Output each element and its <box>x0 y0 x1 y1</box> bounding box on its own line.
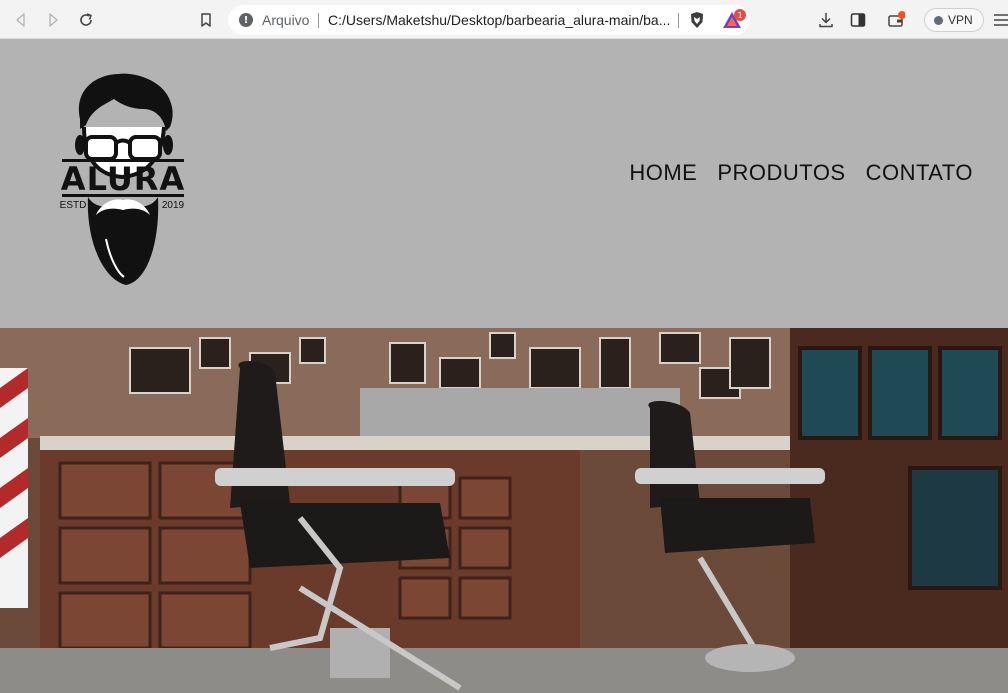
browser-toolbar: ! Arquivo C:/Users/Maketshu/Desktop/barb… <box>0 0 1008 39</box>
bookmark-button[interactable] <box>195 9 217 31</box>
address-divider <box>678 13 679 28</box>
logo-year: 2019 <box>162 200 185 211</box>
vpn-button[interactable]: VPN <box>924 8 984 32</box>
reload-button[interactable] <box>75 9 97 31</box>
alura-logo[interactable]: ALURA ESTD 2019 <box>56 69 190 291</box>
logo-brand-text: ALURA <box>61 160 185 198</box>
url-text[interactable]: C:/Users/Maketshu/Desktop/barbearia_alur… <box>328 12 670 28</box>
address-divider <box>318 13 319 28</box>
sidebar-icon[interactable] <box>849 11 867 29</box>
forward-button[interactable] <box>42 9 64 31</box>
rewards-badge: 1 <box>734 9 746 21</box>
hero-banner-image <box>0 328 1008 693</box>
nav-produtos-link[interactable]: PRODUTOS <box>717 160 845 186</box>
logo-hair <box>78 73 173 131</box>
nav-home-link[interactable]: HOME <box>629 160 697 186</box>
barbershop-photo <box>0 328 1008 693</box>
vpn-status-icon <box>934 15 943 25</box>
info-icon[interactable]: ! <box>239 13 253 27</box>
vpn-label: VPN <box>948 13 973 27</box>
back-button[interactable] <box>10 9 32 31</box>
wallet-icon[interactable] <box>887 11 905 29</box>
bookmark-icon <box>201 13 211 27</box>
logo-glasses-right <box>128 135 162 161</box>
nav-contato-link[interactable]: CONTATO <box>866 160 973 186</box>
logo-beard <box>87 197 159 285</box>
site-header: ALURA ESTD 2019 HOME PRODUTOS CONTATO <box>0 39 1008 328</box>
logo-estd-label: ESTD <box>60 200 87 211</box>
arrow-left-icon <box>16 13 25 27</box>
reload-icon <box>80 13 92 26</box>
arrow-right-icon <box>49 13 58 27</box>
hamburger-menu-icon[interactable] <box>993 11 1008 29</box>
logo-glasses-left <box>84 135 118 161</box>
main-nav: HOME PRODUTOS CONTATO <box>629 160 973 186</box>
address-bar[interactable]: ! Arquivo C:/Users/Maketshu/Desktop/barb… <box>228 5 750 35</box>
download-icon[interactable] <box>817 11 835 29</box>
brave-shield-icon[interactable] <box>688 11 706 29</box>
address-scheme-label: Arquivo <box>262 12 310 28</box>
